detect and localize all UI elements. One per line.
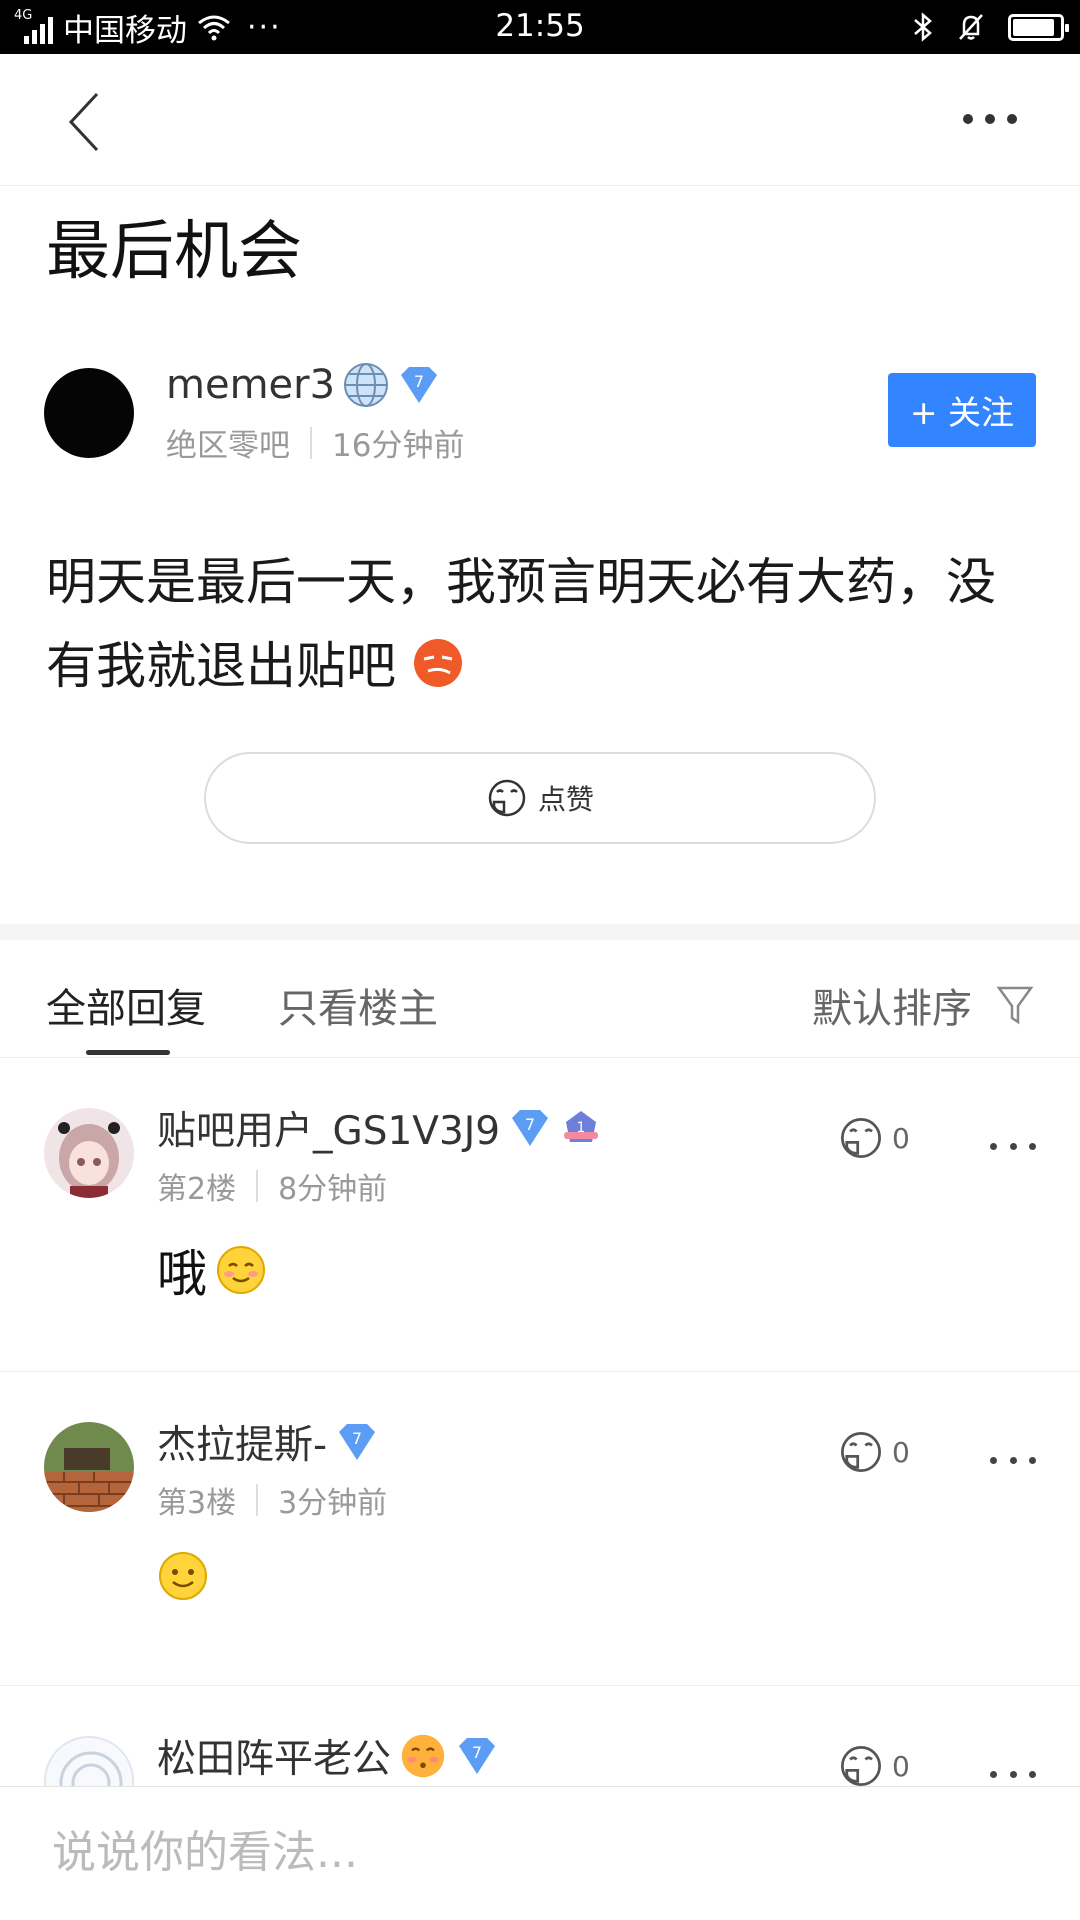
thumbs-up-face-icon — [841, 1432, 881, 1472]
svg-text:7: 7 — [525, 1115, 535, 1134]
tab-all-replies[interactable]: 全部回复 — [46, 976, 206, 1034]
reply-floor: 第2楼 — [157, 1172, 237, 1207]
follow-button[interactable]: + 关注 — [888, 373, 1036, 447]
globe-icon — [344, 363, 389, 407]
reply-avatar[interactable] — [44, 1736, 134, 1786]
kiss-emoji-icon — [401, 1734, 445, 1778]
reply-item: 贴吧用户_GS1V3J9 7 1 第2楼 8分钟前 0 哦 — [0, 1058, 1080, 1372]
svg-text:7: 7 — [414, 372, 424, 391]
reply-text: 哦 — [157, 1245, 207, 1303]
brick-avatar-icon — [44, 1422, 134, 1512]
reply-item: 杰拉提斯- 7 第3楼 3分钟前 0 — [0, 1372, 1080, 1686]
bluetooth-icon — [914, 12, 932, 42]
section-divider — [0, 924, 1080, 940]
thumbs-up-face-icon — [841, 1118, 881, 1158]
comment-bar — [0, 1786, 1080, 1920]
like-button[interactable]: 点赞 — [204, 752, 876, 844]
reply-more-button[interactable] — [990, 1450, 1036, 1470]
reply-item: 松田阵平老公 7 0 — [0, 1686, 1080, 1786]
reply-name-row[interactable]: 杰拉提斯- 7 — [157, 1414, 379, 1470]
bell-muted-icon — [959, 14, 983, 40]
reply-like-count: 0 — [892, 1121, 910, 1155]
reply-floor: 第3楼 — [157, 1486, 237, 1521]
reply-more-button[interactable] — [990, 1764, 1036, 1784]
reply-meta: 第2楼 8分钟前 — [157, 1164, 387, 1208]
meta-divider — [310, 426, 312, 459]
chevron-left-icon — [68, 92, 99, 152]
more-options-button[interactable] — [950, 94, 1030, 144]
svg-text:7: 7 — [352, 1429, 362, 1448]
emblem-avatar-icon — [46, 1738, 132, 1786]
like-label: 点赞 — [537, 783, 594, 816]
anime-avatar-icon — [44, 1108, 134, 1198]
filter-icon — [996, 986, 1034, 1025]
tab-op-only[interactable]: 只看楼主 — [278, 976, 438, 1034]
comment-input[interactable] — [52, 1827, 1012, 1878]
level-badge-icon: 7 — [339, 1424, 376, 1460]
reply-tabs: 全部回复 只看楼主 默认排序 — [0, 940, 1080, 1058]
sort-label: 默认排序 — [812, 986, 972, 1032]
reply-content: 哦 — [157, 1234, 267, 1306]
smirk-emoji-icon — [413, 639, 462, 687]
reply-like-count: 0 — [892, 1435, 910, 1469]
meta-divider — [256, 1484, 259, 1516]
back-button[interactable] — [55, 84, 125, 154]
battery-icon — [1008, 13, 1069, 41]
reply-username: 松田阵平老公 — [157, 1737, 392, 1782]
smile-emoji-icon — [159, 1552, 207, 1600]
level-badge-icon: 7 — [401, 367, 438, 403]
forum-name[interactable]: 绝区零吧 — [166, 420, 290, 465]
reply-time: 3分钟前 — [278, 1486, 388, 1521]
member-badge-icon: 1 — [564, 1111, 599, 1142]
meta-divider — [256, 1170, 259, 1202]
status-right — [912, 10, 1069, 44]
thumbs-up-face-icon — [488, 779, 526, 817]
reply-username: 杰拉提斯- — [157, 1423, 328, 1468]
level-badge-icon: 7 — [459, 1738, 496, 1774]
tab-indicator — [86, 1050, 170, 1055]
reply-content — [157, 1550, 209, 1602]
svg-text:1: 1 — [577, 1120, 586, 1136]
nav-bar — [0, 54, 1080, 186]
reply-meta: 第3楼 3分钟前 — [157, 1478, 387, 1522]
reply-avatar[interactable] — [44, 1108, 134, 1198]
reply-username: 贴吧用户_GS1V3J9 — [157, 1109, 501, 1154]
reply-like-count: 0 — [892, 1749, 910, 1783]
reply-more-button[interactable] — [990, 1136, 1036, 1156]
sort-button[interactable]: 默认排序 — [812, 976, 1034, 1034]
post-body-text: 明天是最后一天，我预言明天必有大药，没有我就退出贴吧 — [46, 553, 996, 695]
reply-avatar[interactable] — [44, 1422, 134, 1512]
author-name: memer3 — [166, 362, 336, 408]
status-bar: 4G 中国移动 ··· 21:55 — [0, 0, 1080, 54]
reply-like-button[interactable]: 0 — [838, 1116, 910, 1160]
thumbs-up-face-icon — [841, 1746, 881, 1786]
reply-name-row[interactable]: 松田阵平老公 7 — [157, 1728, 499, 1784]
post-title: 最后机会 — [46, 215, 302, 289]
reply-time: 8分钟前 — [278, 1172, 388, 1207]
reply-like-button[interactable]: 0 — [838, 1430, 910, 1474]
post-time: 16分钟前 — [332, 428, 465, 464]
reply-name-row[interactable]: 贴吧用户_GS1V3J9 7 1 — [157, 1100, 602, 1156]
author-name-row[interactable]: memer3 7 — [166, 360, 441, 410]
author-avatar[interactable] — [44, 368, 134, 458]
author-meta: 绝区零吧 16分钟前 — [166, 420, 464, 465]
reply-like-button[interactable]: 0 — [838, 1744, 910, 1786]
svg-text:7: 7 — [472, 1743, 482, 1762]
blush-smile-emoji-icon — [217, 1246, 265, 1294]
post-body: 明天是最后一天，我预言明天必有大药，没有我就退出贴吧 — [46, 540, 1006, 708]
level-badge-icon: 7 — [512, 1110, 549, 1146]
